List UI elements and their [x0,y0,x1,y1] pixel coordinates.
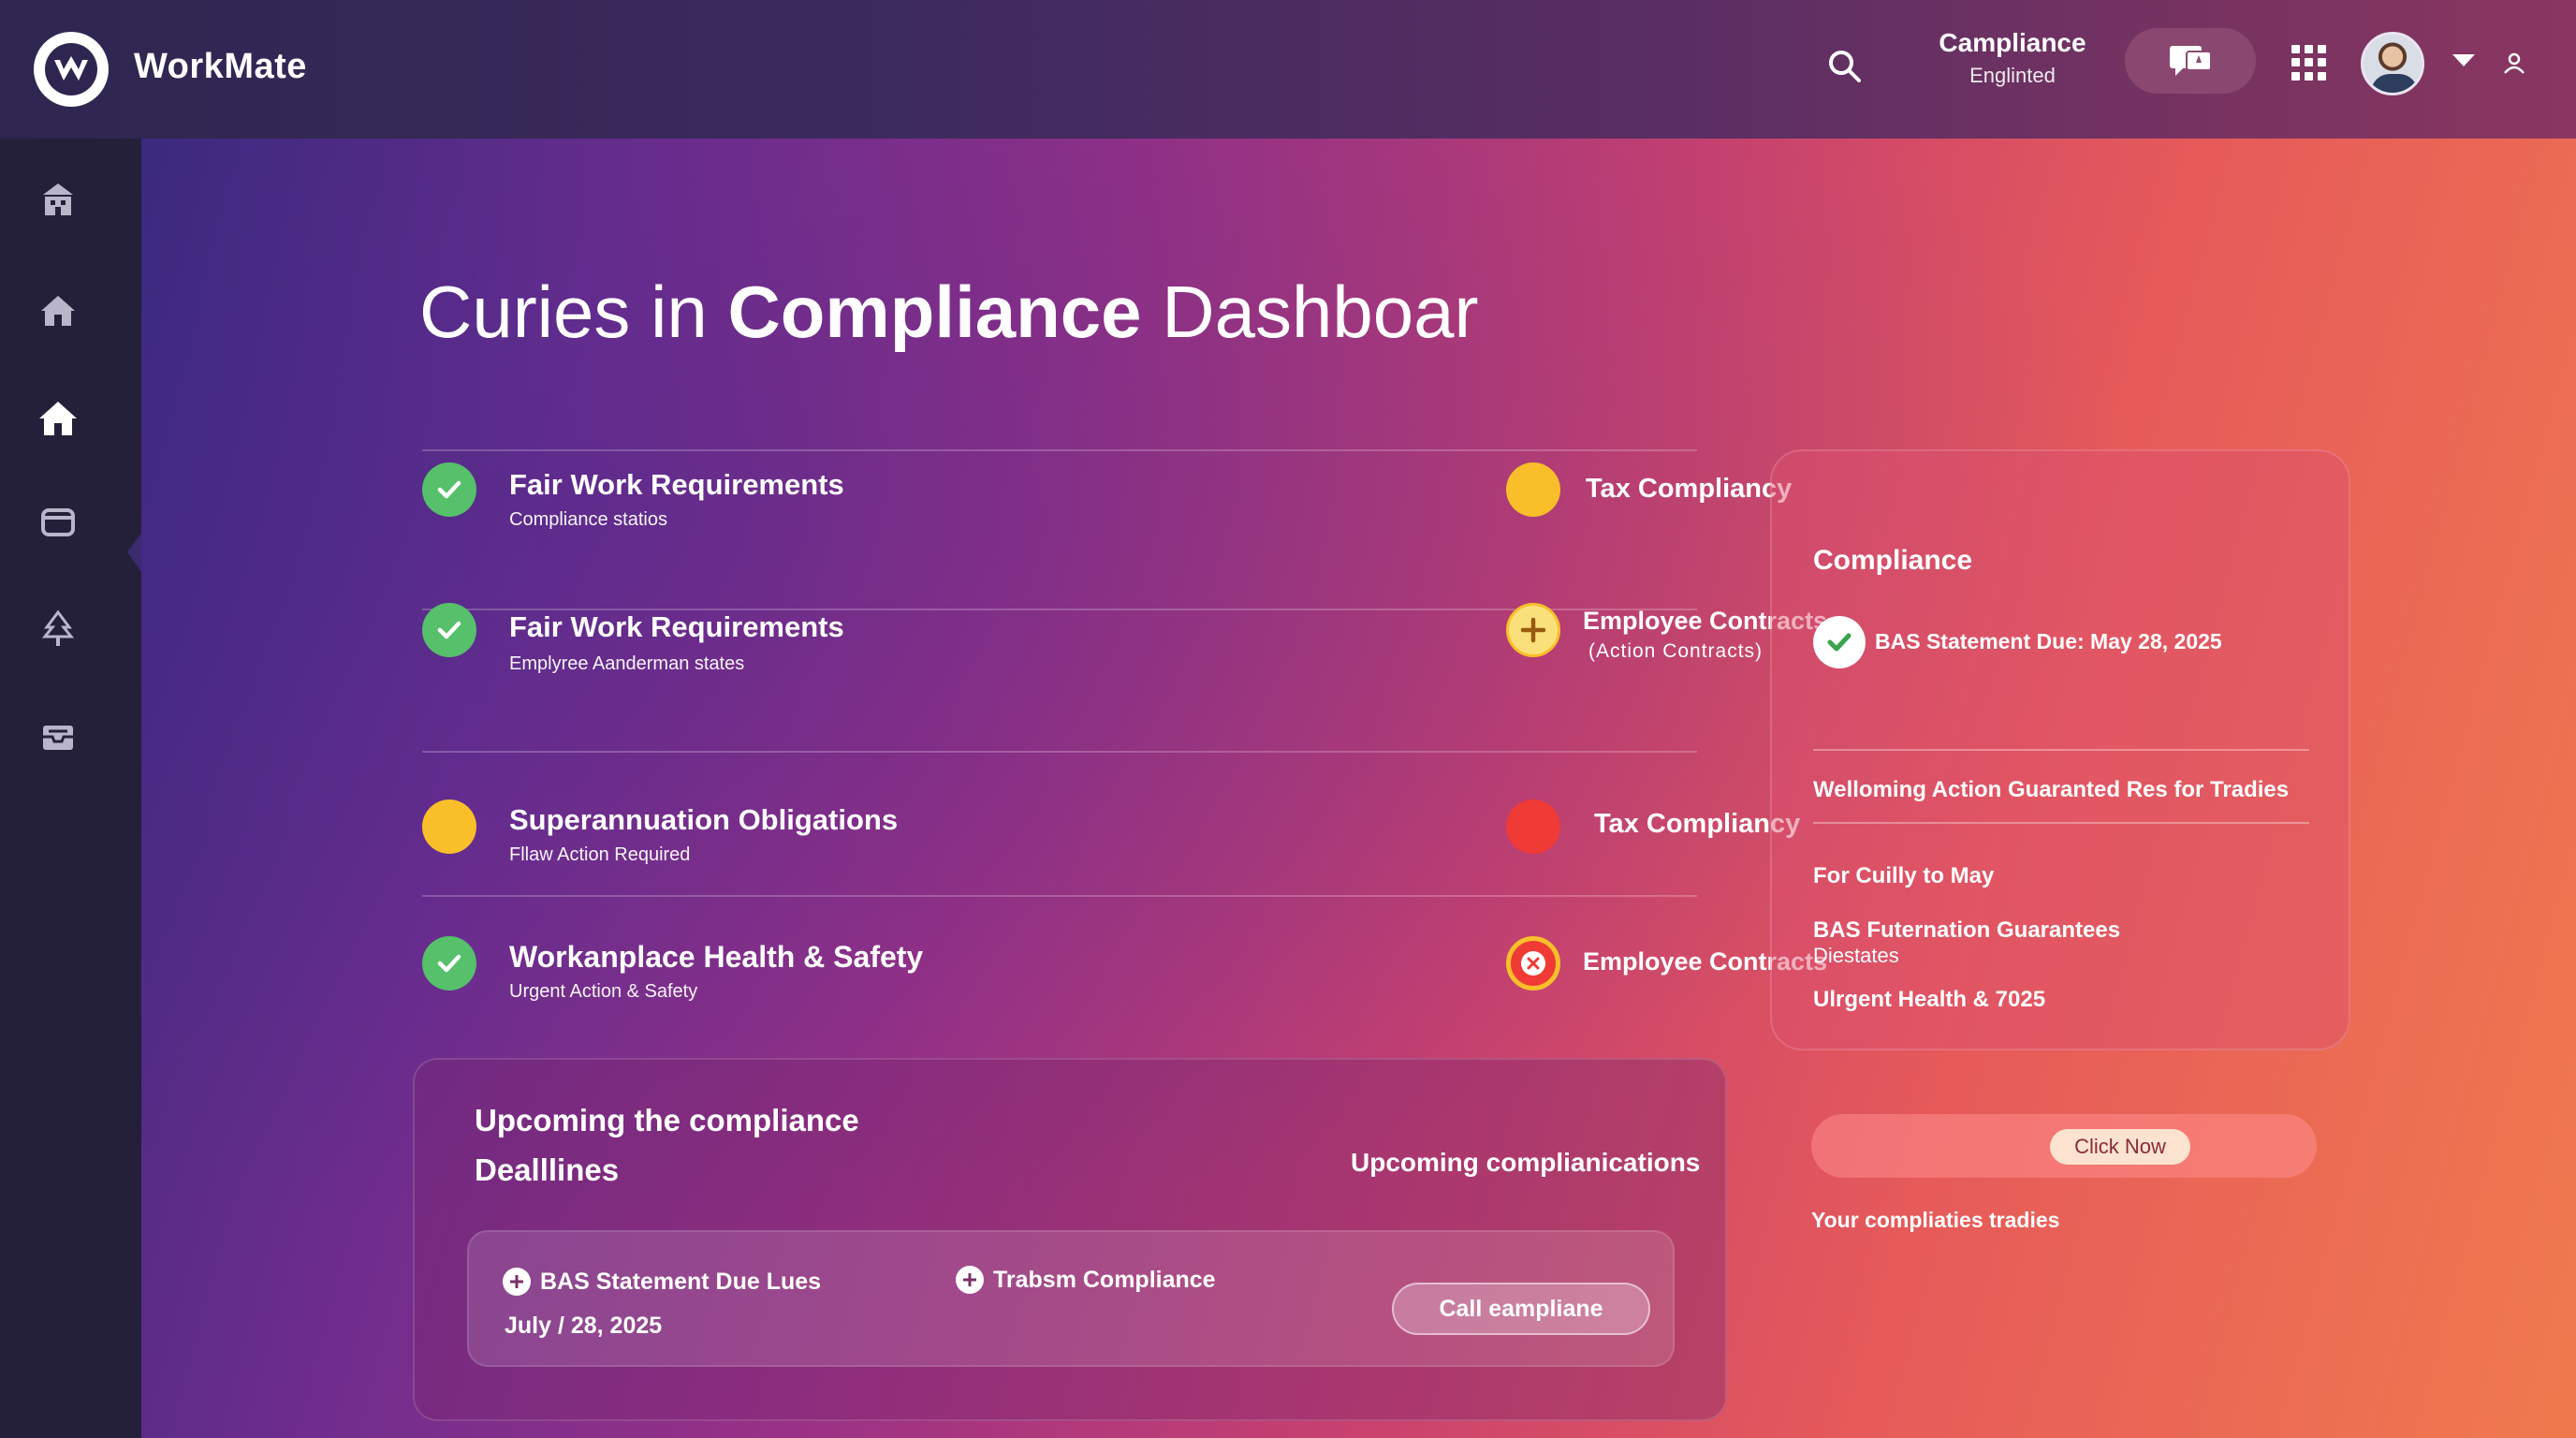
tree-icon[interactable] [36,607,80,652]
active-indicator [127,532,142,573]
row-title: Fair Work Requirements [509,610,844,643]
chat-icon [2170,46,2212,76]
card-line-3: BAS Futernation Guarantees [1813,917,2121,943]
box-icon[interactable] [36,499,80,544]
compliance-menu-subtitle: Englinted [1969,64,2056,87]
deadline-item-label: Trabsm Compliance [993,1266,1216,1293]
deadlines-panel: Upcoming the compliance Dealllines Upcom… [413,1058,1727,1421]
page-title-prefix: Curies in [419,271,708,353]
row-title: Superannuation Obligations [509,803,899,836]
close-circle-icon[interactable] [1506,936,1560,990]
deadline-list: BAS Statement Due Lues July / 28, 2025 T… [467,1230,1675,1367]
user-icon[interactable] [2499,49,2529,79]
compliance-menu-title: Campliance [1939,28,2086,57]
apps-grid-icon[interactable] [2291,45,2327,81]
check-circle-icon [422,462,476,517]
deadline-item[interactable]: BAS Statement Due Lues [503,1268,821,1296]
building-icon[interactable] [36,176,80,221]
row-subtitle: Emplyree Aanderman states [509,653,745,674]
card-title: Compliance [1813,545,1973,576]
row-subtitle: Fllaw Action Required [509,844,691,865]
upcoming-link[interactable]: Upcoming complianications [1351,1148,1700,1178]
check-circle-icon [422,936,476,990]
row-title: Workanplace Health & Safety [509,940,924,974]
deadlines-title-line1: Upcoming the compliance [475,1103,859,1137]
deadline-date: July / 28, 2025 [505,1313,663,1339]
compliance-menu[interactable]: Campliance Englinted [1928,28,2097,88]
row-subtitle: Urgent Action & Safety [509,981,698,1002]
tradies-link[interactable]: Your compliaties tradies [1811,1208,2059,1233]
warning-dot-icon [422,800,476,854]
card-line-3-sub: Diestates [1813,944,1899,967]
page-title-suffix: Dashboar [1162,271,1479,353]
chevron-down-icon[interactable] [2452,54,2475,66]
main-content: Curies in Compliance Dashboar Fair Work … [141,139,2576,1438]
click-now-button[interactable]: Click Now [2050,1129,2190,1165]
compliance-row[interactable]: Fair Work Requirements Emplyree Aanderma… [422,603,1827,706]
deadline-item[interactable]: Trabsm Compliance [956,1266,1216,1294]
divider [1813,749,2309,751]
deadlines-title-line2: Dealllines [475,1152,620,1187]
check-circle-icon [422,603,476,657]
compliance-row[interactable]: Workanplace Health & Safety Urgent Actio… [422,936,1827,1039]
row-title: Fair Work Requirements [509,468,844,501]
plus-circle-icon [503,1268,531,1296]
home-icon[interactable] [36,288,80,333]
sidebar [0,139,142,1438]
search-icon[interactable] [1825,47,1865,86]
row-right-subtitle: (Action Contracts) [1588,640,1764,662]
card-line-4: Ulrgent Health & 7025 [1813,987,2046,1012]
compliance-row[interactable]: Superannuation Obligations Fllaw Action … [422,800,1800,902]
card-line-2: For Cuilly to May [1813,863,1995,888]
cta-bar[interactable]: Click Now [1811,1114,2317,1178]
divider [422,449,1697,451]
plus-circle-icon [956,1266,984,1294]
logo-mark-icon [45,43,97,95]
top-bar: WorkMate Campliance Englinted [0,0,2576,139]
page-title: Curies in Compliance Dashboar [419,270,1478,355]
divider [422,895,1697,897]
check-circle-icon [1813,616,1866,668]
row-subtitle: Compliance statios [509,509,667,530]
compliance-card: Compliance BAS Statement Due: May 28, 20… [1770,449,2350,1050]
deadlines-title: Upcoming the compliance Dealllines [475,1095,859,1195]
divider [422,751,1697,753]
bas-due-text: BAS Statement Due: May 28, 2025 [1875,629,2222,653]
add-circle-icon[interactable] [1506,603,1560,657]
warning-dot-icon [1506,462,1560,517]
messages-button[interactable] [2125,28,2256,94]
divider [1813,822,2309,824]
user-avatar[interactable] [2361,32,2424,95]
card-line-1: Welloming Action Guaranted Res for Tradi… [1813,777,2290,802]
inbox-icon[interactable] [36,714,80,759]
page-title-bold: Compliance [727,271,1142,353]
compliance-row[interactable]: Fair Work Requirements Compliance statio… [422,462,1792,565]
call-compliance-button[interactable]: Call eampliane [1392,1283,1650,1335]
row-right-label: Tax Compliancy [1586,474,1793,504]
brand-name: WorkMate [134,47,307,86]
workmate-logo[interactable] [34,32,109,107]
deadline-item-label: BAS Statement Due Lues [540,1268,822,1295]
error-dot-icon [1506,800,1560,854]
home-filled-icon[interactable] [36,396,80,441]
